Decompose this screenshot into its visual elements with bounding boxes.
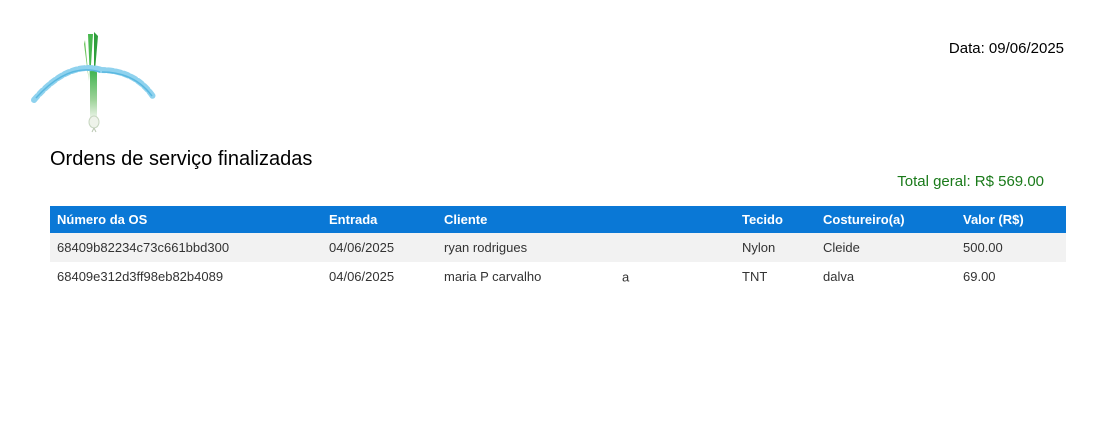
cell-tecido: Nylon — [735, 233, 816, 262]
cliente-name: maria P carvalho — [444, 269, 542, 284]
orders-table: Número da OS Entrada Cliente Tecido Cost… — [50, 206, 1066, 291]
column-header-cliente: Cliente — [437, 206, 735, 233]
cell-valor: 500.00 — [956, 233, 1066, 262]
column-header-numero: Número da OS — [50, 206, 322, 233]
cell-entrada: 04/06/2025 — [322, 233, 437, 262]
column-header-costureiro: Costureiro(a) — [816, 206, 956, 233]
table-header-row: Número da OS Entrada Cliente Tecido Cost… — [50, 206, 1066, 233]
page-title: Ordens de serviço finalizadas — [50, 148, 313, 170]
cell-cliente: maria P carvalho a — [437, 262, 735, 291]
column-header-valor: Valor (R$) — [956, 206, 1066, 233]
table-row: 68409b82234c73c661bbd300 04/06/2025 ryan… — [50, 233, 1066, 262]
table-row: 68409e312d3ff98eb82b4089 04/06/2025 mari… — [50, 262, 1066, 291]
company-logo — [28, 30, 168, 134]
cell-entrada: 04/06/2025 — [322, 262, 437, 291]
cell-valor: 69.00 — [956, 262, 1066, 291]
cell-costureiro: Cleide — [816, 233, 956, 262]
cell-tecido: TNT — [735, 262, 816, 291]
cell-costureiro: dalva — [816, 262, 956, 291]
column-header-entrada: Entrada — [322, 206, 437, 233]
total-amount: Total geral: R$ 569.00 — [897, 173, 1044, 190]
cell-cliente: ryan rodrigues — [437, 233, 735, 262]
column-header-tecido: Tecido — [735, 206, 816, 233]
cliente-name: ryan rodrigues — [444, 240, 528, 255]
report-date: Data: 09/06/2025 — [948, 40, 1064, 57]
cell-numero: 68409b82234c73c661bbd300 — [50, 233, 322, 262]
cliente-note: a — [622, 269, 630, 284]
cell-numero: 68409e312d3ff98eb82b4089 — [50, 262, 322, 291]
